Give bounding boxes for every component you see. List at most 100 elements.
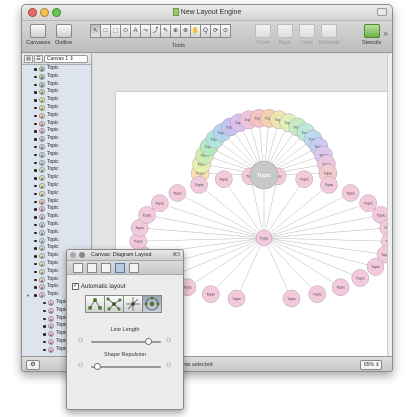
inspector-shortcut: ⌘3 [172, 252, 180, 258]
outline-item[interactable]: A Topic [22, 205, 91, 213]
canvases-icon [30, 24, 47, 38]
hub-topic-node-label: Topic [260, 236, 269, 240]
outline-item[interactable]: A Topic [22, 174, 91, 182]
bullet-icon [34, 177, 37, 180]
shape-icon: A [48, 323, 54, 330]
lock-button[interactable]: Lock [299, 24, 315, 46]
layout-radial-button[interactable] [142, 295, 162, 313]
long-line-icon: ⚇ [166, 338, 172, 344]
automatic-layout-row[interactable]: ✓ Automatic layout [72, 283, 125, 290]
bullet-icon [34, 68, 37, 71]
outline-item[interactable]: A Topic [22, 88, 91, 96]
shape-icon: A [39, 182, 45, 189]
toolbar-overflow-icon[interactable]: » [384, 29, 388, 38]
back-button[interactable]: Back [277, 24, 293, 46]
line-length-slider[interactable] [91, 338, 161, 345]
outline-item[interactable]: A Topic [22, 229, 91, 237]
rebreak-button[interactable]: Rebreak [319, 24, 340, 46]
bullet-icon [34, 208, 37, 211]
line-length-label: Line Length [110, 327, 140, 333]
layout-force-button[interactable] [104, 295, 124, 313]
pink-topic-node-label: Topic [206, 292, 215, 296]
outline-item[interactable]: A Topic [22, 73, 91, 81]
outline-item[interactable]: A Topic [22, 151, 91, 159]
bullet-icon [43, 301, 46, 305]
outline-item[interactable]: A Topic [22, 198, 91, 206]
shape-icon: A [48, 338, 54, 345]
shape-icon: A [39, 276, 45, 283]
outline-item[interactable]: A Topic [22, 127, 91, 135]
sidebar-outline-button[interactable]: ☰ [34, 55, 43, 63]
outline-button[interactable]: Outline [55, 24, 72, 46]
outline-item[interactable]: A Topic [22, 104, 91, 112]
canvas-select[interactable]: Canvas 1 ⇕ [44, 55, 88, 63]
shape-icon: A [39, 97, 45, 104]
sidebar-view-button[interactable]: ▤ [24, 55, 33, 63]
toolbar-toggle-button[interactable] [377, 8, 387, 16]
bullet-icon [34, 122, 37, 126]
outline-item[interactable]: A Topic [22, 213, 91, 221]
canvases-button[interactable]: Canvases [26, 24, 50, 46]
action-gear-button[interactable]: ⚙ [26, 360, 40, 370]
outline-item[interactable]: A Topic [22, 221, 91, 229]
outline-item[interactable]: A Topic [22, 65, 91, 73]
outline-item-label: Topic [47, 197, 59, 204]
bullet-icon [34, 294, 37, 297]
outline-item[interactable]: A Topic [22, 81, 91, 89]
shape-icon: A [39, 253, 45, 260]
tab-diagram-layout[interactable] [115, 263, 125, 273]
outline-item[interactable]: A Topic [22, 237, 91, 245]
outline-item[interactable]: A Topic [22, 143, 91, 151]
outline-item[interactable]: A Topic [22, 135, 91, 143]
bullet-icon [34, 114, 37, 118]
front-button[interactable]: Front [255, 24, 271, 46]
shape-icon: A [39, 190, 45, 197]
shape-repulsion-knob[interactable] [93, 363, 101, 370]
rebreak-icon [321, 24, 338, 38]
connector-line [263, 237, 341, 288]
outline-item[interactable]: A Topic [22, 182, 91, 190]
tool-button-14[interactable]: ⊙ [220, 24, 231, 38]
automatic-layout-checkbox[interactable]: ✓ [72, 283, 79, 290]
bullet-icon [34, 169, 37, 172]
stencils-button[interactable]: Stencils [362, 24, 381, 46]
pink-topic-node-label: Topic [134, 240, 143, 244]
vertical-scrollbar[interactable] [387, 54, 392, 356]
outline-item[interactable]: A Topic [22, 166, 91, 174]
inspector-close-icon[interactable] [70, 252, 76, 258]
bullet-icon [34, 130, 37, 133]
outline-item-label: Topic [47, 119, 59, 126]
bullet-icon [34, 270, 37, 274]
tab-layers[interactable] [101, 263, 111, 273]
outline-item-label: Topic [47, 291, 59, 298]
shape-icon: A [39, 112, 45, 119]
tab-canvas-size[interactable] [73, 263, 83, 273]
shape-repulsion-slider[interactable] [91, 363, 161, 370]
tab-canvas-list[interactable] [129, 263, 139, 273]
bullet-icon [34, 286, 37, 289]
stencils-label: Stencils [362, 40, 382, 46]
bullet-icon [43, 340, 46, 344]
pink-topic-node-label: Topic [356, 276, 365, 280]
shape-icon: A [39, 167, 45, 174]
high-repulsion-icon: ⚇ [166, 363, 172, 369]
outline-item[interactable]: A Topic [22, 159, 91, 167]
shape-icon: A [48, 299, 54, 306]
outline-item[interactable]: A Topic [22, 190, 91, 198]
stencils-icon [363, 24, 380, 38]
automatic-layout-label: Automatic layout [81, 284, 126, 291]
line-length-knob[interactable] [145, 338, 153, 345]
inspector-collapse-icon[interactable] [79, 252, 85, 258]
outline-item[interactable]: A Topic [22, 112, 91, 120]
outline-item[interactable]: A Topic [22, 96, 91, 104]
pink-topic-node-label: Topic [232, 297, 241, 301]
tab-grid[interactable] [87, 263, 97, 273]
canvas-select-value: Canvas 1 [47, 56, 69, 62]
outline-item[interactable]: A Topic [22, 120, 91, 128]
outline-label: Outline [55, 40, 73, 46]
layout-circular-button[interactable] [123, 295, 143, 313]
zoom-select[interactable]: 65% ⇕ [360, 360, 382, 370]
radial-layout-icon [126, 297, 140, 311]
layout-hierarchical-button[interactable] [85, 295, 105, 313]
outline-item-label: Topic [47, 142, 59, 149]
